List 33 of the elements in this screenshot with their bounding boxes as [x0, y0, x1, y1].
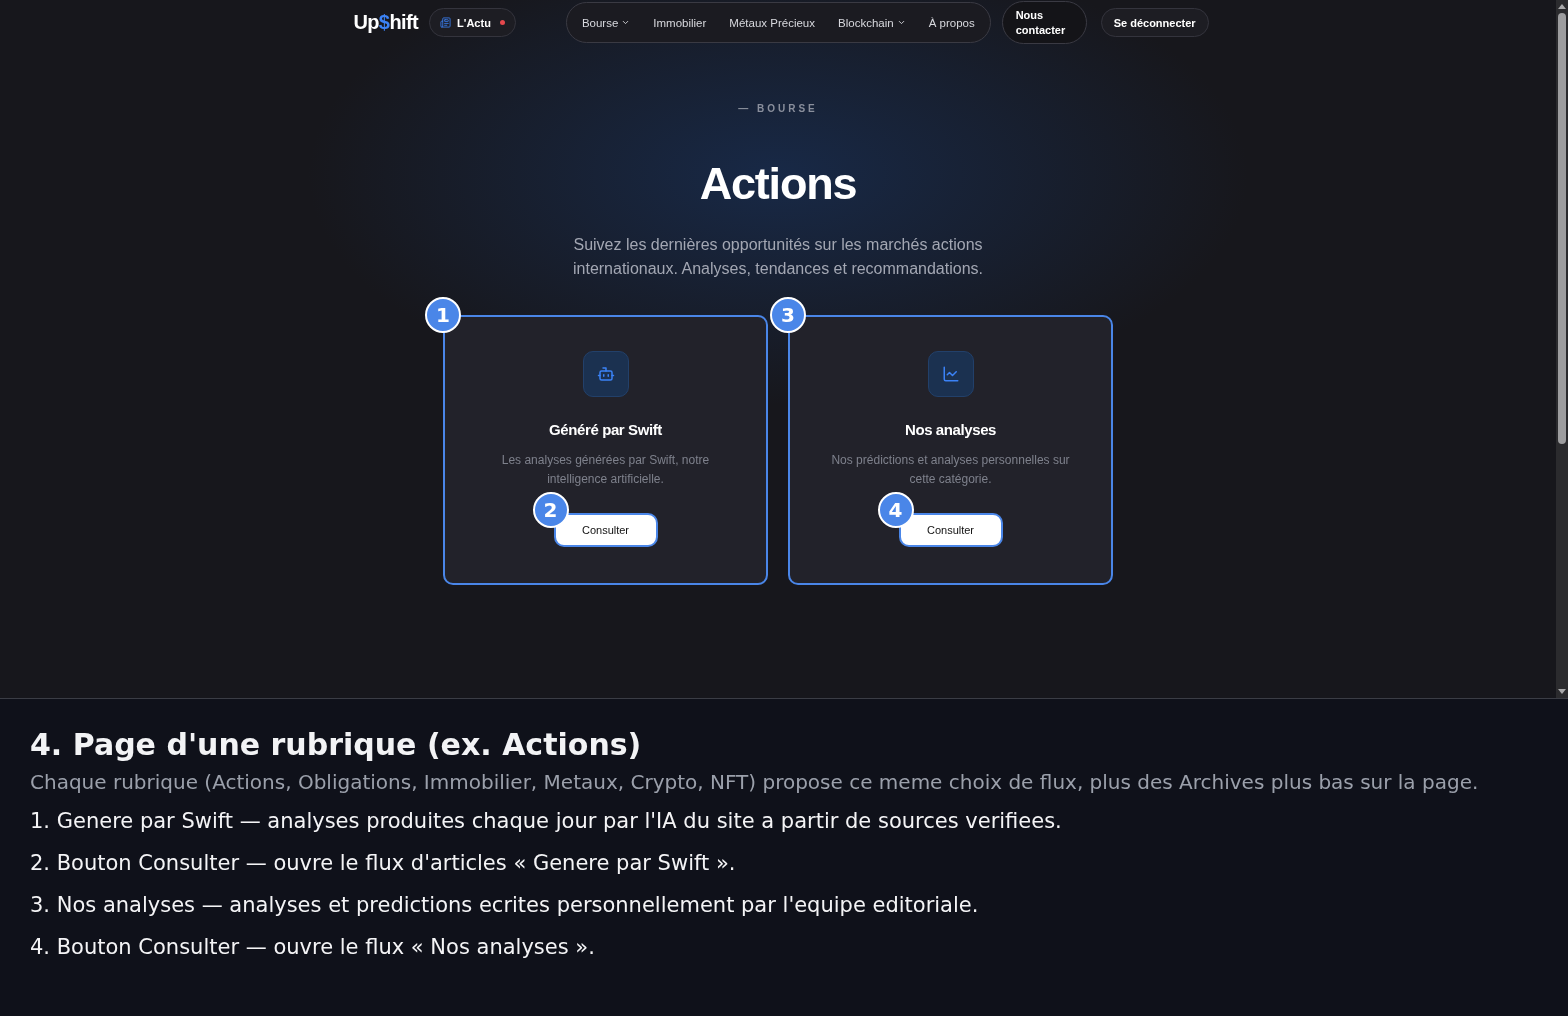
card-description: Les analyses générées par Swift, notre intelligence artificielle. — [500, 452, 711, 488]
scrollbar[interactable] — [1556, 0, 1568, 698]
contact-button[interactable]: Nous contacter — [1001, 1, 1087, 44]
explanation-item: 1. Genere par Swift — analyses produites chaque jour par l'IA du site a partir de sources verifiees. — [30, 808, 1063, 834]
newspaper-icon — [440, 17, 452, 28]
explanation-intro: Chaque rubrique (Actions, Obligations, Immobilier, Metaux, Crypto, NFT) propose ce meme choix de flux, plus des Archives plus bas sur la page. — [30, 769, 1480, 795]
step-marker: 3 — [770, 297, 806, 333]
line-chart-icon — [927, 351, 974, 397]
page-subtitle: Suivez les dernières opportunités sur les marchés actions internationaux. Analyses, tendances et recommandations. — [572, 235, 984, 279]
news-button[interactable]: L'Actu — [429, 8, 516, 37]
nav-link[interactable]: Immobilier — [653, 16, 707, 29]
nav-link[interactable]: À propos — [928, 16, 975, 29]
nav-link[interactable]: Blockchain — [838, 16, 906, 29]
card-title: Généré par Swift — [549, 420, 662, 440]
nav-link[interactable]: Métaux Précieux — [729, 16, 815, 29]
explanation-item: 2. Bouton Consulter — ouvre le flux d'articles « Genere par Swift ». — [30, 850, 737, 876]
step-marker: 1 — [425, 297, 461, 333]
nav-link[interactable]: Bourse — [581, 16, 631, 29]
step-marker: 2 — [532, 492, 569, 528]
logout-button[interactable]: Se déconnecter — [1100, 8, 1209, 37]
step-marker: 4 — [877, 492, 914, 528]
scrollbar-thumb[interactable] — [1558, 13, 1566, 444]
explanation-item: 4. Bouton Consulter — ouvre le flux « Nos analyses ». — [30, 934, 596, 960]
card-title: Nos analyses — [904, 420, 997, 440]
scroll-up-icon[interactable] — [1558, 4, 1566, 9]
card-description: Nos prédictions et analyses personnelles sur cette catégorie. — [830, 452, 1071, 488]
robot-icon — [582, 351, 629, 397]
logo[interactable]: Up$hift — [353, 11, 419, 34]
page-title: Actions — [699, 158, 857, 210]
section-eyebrow: — BOURSE — [738, 102, 818, 116]
explanation-item: 3. Nos analyses — analyses et predictions ecrites personnellement par l'equipe editoriale. — [30, 892, 980, 918]
scroll-down-icon[interactable] — [1558, 689, 1566, 694]
explanation-heading: 4. Page d'une rubrique (ex. Actions) — [30, 727, 643, 763]
